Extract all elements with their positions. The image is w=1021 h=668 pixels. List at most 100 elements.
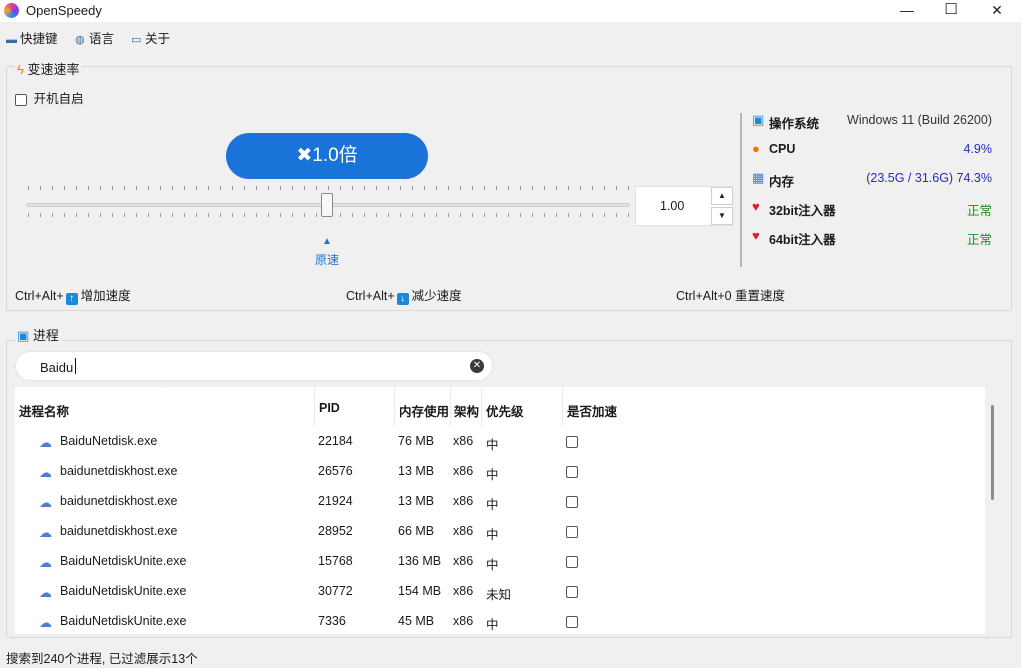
speed-spinbox-value[interactable]: 1.00: [660, 199, 684, 213]
slider-tick: [412, 213, 413, 217]
table-row[interactable]: ☁ BaiduNetdiskUnite.exe 7336 45 MB x86 中: [15, 607, 985, 634]
slider-tick: [424, 186, 425, 190]
slider-tick: [604, 213, 605, 217]
search-input-value[interactable]: Baidu: [40, 360, 73, 375]
slider-tick: [28, 213, 29, 217]
autostart-checkbox[interactable]: [15, 93, 27, 106]
pid-cell: 21924: [318, 494, 353, 508]
table-row[interactable]: ☁ BaiduNetdiskUnite.exe 15768 136 MB x86 中: [15, 547, 985, 577]
slider-tick: [436, 186, 437, 190]
slider-tick: [508, 186, 509, 190]
process-panel-title: ▣ 进程: [15, 325, 61, 344]
column-header-arch[interactable]: 架构: [454, 401, 479, 420]
slider-tick: [280, 213, 281, 217]
search-input[interactable]: Baidu ✕: [15, 351, 493, 381]
menu-language[interactable]: ◍ 语言: [75, 28, 114, 47]
slider-tick: [568, 186, 569, 190]
slider-tick: [376, 186, 377, 190]
chart-icon: ▦: [752, 170, 765, 185]
slider-tick: [124, 186, 125, 190]
menu-hotkeys[interactable]: ▬ 快捷键: [6, 28, 58, 47]
table-row[interactable]: ☁ baidunetdiskhost.exe 28952 66 MB x86 中: [15, 517, 985, 547]
slider-tick: [172, 213, 173, 217]
vertical-divider: [740, 113, 742, 267]
column-header-pid[interactable]: PID: [319, 401, 340, 415]
autostart-label: 开机自启: [33, 92, 84, 106]
accelerate-checkbox[interactable]: [566, 466, 578, 478]
slider-tick: [196, 186, 197, 190]
slider-tick: [616, 213, 617, 217]
memory-info-row: ▦ 内存 (23.5G / 31.6G) 74.3%: [752, 170, 992, 189]
arrow-up-icon: ↑: [65, 293, 78, 305]
slider-tick: [100, 213, 101, 217]
accelerate-checkbox[interactable]: [566, 436, 578, 448]
hotkey-reset: Ctrl+Alt+0 重置速度: [676, 289, 786, 303]
slider-tick: [472, 186, 473, 190]
slider-tick: [76, 186, 77, 190]
priority-cell: 中: [486, 498, 499, 512]
priority-cell: 中: [486, 528, 499, 542]
priority-cell: 未知: [486, 588, 512, 602]
speed-multiplier-button[interactable]: ✖1.0倍: [226, 133, 428, 179]
accelerate-checkbox[interactable]: [566, 526, 578, 538]
maximize-button[interactable]: ☐: [928, 0, 974, 22]
injector64-info-row: ♥ 64bit注入器 正常: [752, 228, 992, 247]
column-header-priority[interactable]: 优先级: [486, 401, 524, 420]
minimize-button[interactable]: —: [884, 0, 930, 22]
slider-tick: [388, 186, 389, 190]
clear-search-icon[interactable]: ✕: [470, 359, 484, 373]
column-divider: [450, 387, 451, 427]
spin-up-button[interactable]: ▲: [711, 187, 733, 205]
injector32-info-row: ♥ 32bit注入器 正常: [752, 199, 992, 218]
close-button[interactable]: ✕: [974, 0, 1020, 22]
table-scrollbar[interactable]: [991, 405, 994, 500]
table-row[interactable]: ☁ BaiduNetdisk.exe 22184 76 MB x86 中: [15, 427, 985, 457]
spin-down-button[interactable]: ▼: [711, 207, 733, 225]
accelerate-checkbox[interactable]: [566, 616, 578, 628]
slider-tick: [340, 213, 341, 217]
slider-tick: [448, 186, 449, 190]
memory-cell: 13 MB: [398, 494, 435, 508]
slider-tick: [616, 186, 617, 190]
slider-tick: [112, 213, 113, 217]
slider-tick: [508, 213, 509, 217]
speed-slider-thumb[interactable]: [321, 193, 333, 217]
table-row[interactable]: ☁ BaiduNetdiskUnite.exe 30772 154 MB x86 未知: [15, 577, 985, 607]
baidu-netdisk-icon: ☁: [39, 495, 52, 510]
slider-tick: [160, 213, 161, 217]
memory-cell: 66 MB: [398, 524, 435, 538]
pid-cell: 7336: [318, 614, 346, 628]
accelerate-checkbox[interactable]: [566, 556, 578, 568]
table-row[interactable]: ☁ baidunetdiskhost.exe 26576 13 MB x86 中: [15, 457, 985, 487]
table-row[interactable]: ☁ baidunetdiskhost.exe 21924 13 MB x86 中: [15, 487, 985, 517]
column-header-name[interactable]: 进程名称: [19, 401, 69, 420]
slider-tick: [580, 213, 581, 217]
pid-cell: 15768: [318, 554, 353, 568]
slider-tick: [496, 186, 497, 190]
column-header-memory[interactable]: 内存使用: [399, 401, 449, 420]
autostart-option[interactable]: 开机自启: [15, 88, 84, 107]
column-header-accelerated[interactable]: 是否加速: [567, 401, 617, 420]
slider-tick: [628, 213, 629, 217]
slider-tick: [580, 186, 581, 190]
accelerate-checkbox[interactable]: [566, 496, 578, 508]
slider-tick: [148, 186, 149, 190]
heart-icon: ♥: [752, 228, 760, 243]
slider-tick: [316, 186, 317, 190]
slider-tick: [220, 186, 221, 190]
baidu-netdisk-icon: ☁: [39, 555, 52, 570]
slider-tick: [316, 213, 317, 217]
slider-tick: [424, 213, 425, 217]
slider-tick: [52, 213, 53, 217]
slider-tick: [412, 186, 413, 190]
menu-about[interactable]: ▭ 关于: [131, 28, 170, 47]
globe-icon: ◍: [75, 34, 85, 46]
slider-tick: [532, 186, 533, 190]
slider-tick: [556, 213, 557, 217]
slider-tick: [376, 213, 377, 217]
slider-tick: [244, 186, 245, 190]
slider-tick: [496, 213, 497, 217]
accelerate-checkbox[interactable]: [566, 586, 578, 598]
memory-cell: 76 MB: [398, 434, 435, 448]
priority-cell: 中: [486, 468, 499, 482]
